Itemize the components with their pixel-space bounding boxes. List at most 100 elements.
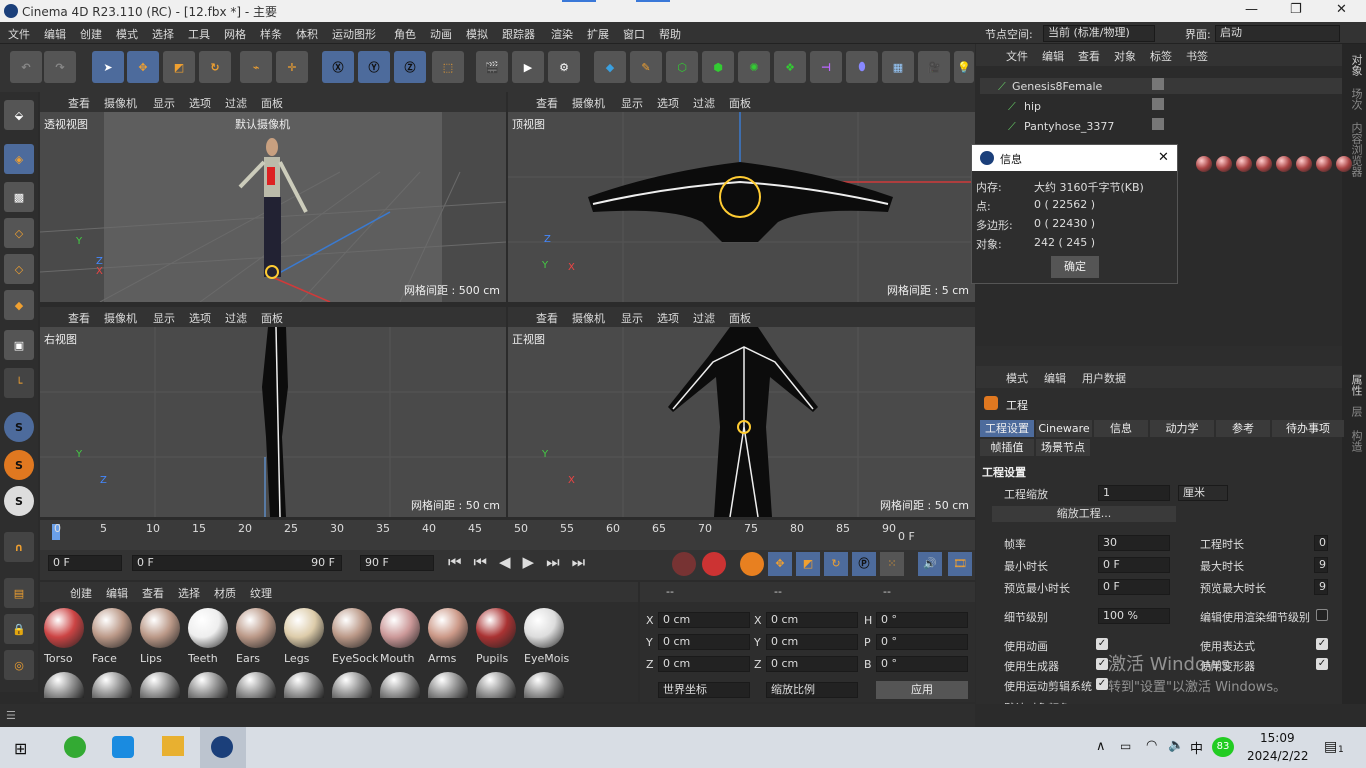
menu-item[interactable]: 帮助	[659, 26, 681, 42]
menu-item[interactable]: 体积	[296, 26, 318, 42]
key-param-icon[interactable]: Ⓟ	[852, 552, 876, 576]
menu-item[interactable]: 渲染	[551, 26, 573, 42]
extrude-icon[interactable]: ⬢	[702, 51, 734, 83]
apply-button[interactable]: 应用	[876, 681, 968, 699]
mograph-icon[interactable]: ❖	[774, 51, 806, 83]
viewport-menu-item[interactable]: 查看	[68, 95, 90, 111]
viewport-menu-item[interactable]: 选项	[189, 95, 211, 111]
menu-item[interactable]: 角色	[394, 26, 416, 42]
viewport-menu-item[interactable]: 查看	[536, 310, 558, 326]
snap-settings-icon[interactable]: S	[4, 450, 34, 480]
key-position-icon[interactable]: ✥	[768, 552, 792, 576]
material-menu-item[interactable]: 创建	[70, 585, 92, 601]
material-ball[interactable]	[284, 672, 324, 698]
edges-mode-icon[interactable]: ◇	[4, 254, 34, 284]
material-ball[interactable]	[524, 672, 564, 698]
viewport-menu-item[interactable]: 摄像机	[572, 95, 605, 111]
side-tab-structure[interactable]: 构造	[1348, 430, 1364, 452]
menu-item[interactable]: 编辑	[44, 26, 66, 42]
battery-icon[interactable]: ▭	[1120, 739, 1131, 753]
material-tag-icon[interactable]	[1316, 156, 1332, 172]
material-ball[interactable]	[524, 608, 564, 648]
viewport-menu-item[interactable]: 选项	[189, 310, 211, 326]
pos-x-field[interactable]: 0 cm	[658, 612, 750, 628]
material-menu-item[interactable]: 选择	[178, 585, 200, 601]
key-rotation-icon[interactable]: ↻	[824, 552, 848, 576]
viewport-perspective[interactable]: 查看 摄像机 显示 选项 过滤 面板 透视视图 默认摄像机 Y Z X 网格间距 : 50…	[40, 92, 506, 302]
side-tab-layers[interactable]: 层	[1348, 406, 1364, 417]
material-ball[interactable]	[44, 672, 84, 698]
material-ball[interactable]	[188, 672, 228, 698]
material-ball[interactable]	[476, 672, 516, 698]
menu-item[interactable]: 模式	[116, 26, 138, 42]
size-mode-select[interactable]: 缩放比例	[766, 682, 858, 698]
snap-icon[interactable]: S	[4, 412, 34, 442]
close-icon[interactable]: ✕	[1336, 2, 1347, 17]
project-tab[interactable]: 待办事项	[1272, 420, 1344, 437]
points-mode-icon[interactable]: ◇	[4, 218, 34, 248]
min-time-field[interactable]: 0 F	[1098, 557, 1170, 573]
rot-p-field[interactable]: 0 °	[876, 634, 968, 650]
menu-item[interactable]: 窗口	[623, 26, 645, 42]
material-ball[interactable]	[428, 672, 468, 698]
viewport-menu-item[interactable]: 查看	[536, 95, 558, 111]
recent-tool-icon[interactable]: ⌁	[240, 51, 272, 83]
menu-icon[interactable]: ☰	[6, 709, 16, 722]
coordinate-system-icon[interactable]: ⬚	[432, 51, 464, 83]
viewport-menu-item[interactable]: 面板	[729, 95, 751, 111]
windows-start-icon[interactable]: ⊞	[14, 739, 27, 758]
project-tab[interactable]: 信息	[1094, 420, 1148, 437]
render-picture-viewer-icon[interactable]: ▶	[512, 51, 544, 83]
object-menu-item[interactable]: 编辑	[1042, 48, 1064, 64]
viewport-menu-item[interactable]: 面板	[261, 310, 283, 326]
material-tag-icon[interactable]	[1216, 156, 1232, 172]
menu-item[interactable]: 扩展	[587, 26, 609, 42]
viewport-menu-item[interactable]: 显示	[153, 95, 175, 111]
size-z-field[interactable]: 0 cm	[766, 656, 858, 672]
object-menu-item[interactable]: 标签	[1150, 48, 1172, 64]
scale-tool-icon[interactable]: ◩	[163, 51, 195, 83]
material-ball[interactable]	[332, 672, 372, 698]
project-tab[interactable]: 动力学	[1150, 420, 1214, 437]
viewport-menu-item[interactable]: 摄像机	[572, 310, 605, 326]
visibility-icon[interactable]	[1152, 118, 1164, 130]
material-ball[interactable]	[236, 608, 276, 648]
menu-item[interactable]: 样条	[260, 26, 282, 42]
use-animation-checkbox[interactable]: ✓	[1096, 638, 1108, 650]
deformer-icon[interactable]: ⊣	[810, 51, 842, 83]
material-tag-icon[interactable]	[1196, 156, 1212, 172]
pos-y-field[interactable]: 0 cm	[658, 634, 750, 650]
menu-item[interactable]: 跟踪器	[502, 26, 535, 42]
material-ball[interactable]	[332, 608, 372, 648]
key-scale-icon[interactable]: ◩	[796, 552, 820, 576]
pos-z-field[interactable]: 0 cm	[658, 656, 750, 672]
texture-mode-icon[interactable]: ▩	[4, 182, 34, 212]
move-axis-icon[interactable]: ✛	[276, 51, 308, 83]
uv-mode-icon[interactable]: ▣	[4, 330, 34, 360]
node-space-select[interactable]: 当前 (标准/物理)	[1043, 25, 1155, 42]
render-view-icon[interactable]: 🎬	[476, 51, 508, 83]
wifi-icon[interactable]: ◠	[1146, 738, 1157, 753]
render-settings-icon[interactable]: ⚙	[548, 51, 580, 83]
floor-icon[interactable]: ▦	[882, 51, 914, 83]
size-x-field[interactable]: 0 cm	[766, 612, 858, 628]
volume-icon[interactable]: 🔈	[1168, 738, 1184, 753]
menu-item[interactable]: 文件	[8, 26, 30, 42]
ime-indicator[interactable]: 中	[1190, 738, 1203, 757]
viewport-menu-item[interactable]: 摄像机	[104, 310, 137, 326]
material-ball[interactable]	[140, 608, 180, 648]
file-explorer-icon[interactable]	[162, 736, 184, 756]
attribute-menu-item[interactable]: 模式	[1006, 370, 1028, 386]
app-icon-green[interactable]	[64, 736, 86, 758]
object-menu-item[interactable]: 文件	[1006, 48, 1028, 64]
frame-range-field[interactable]: 0 F 90 F	[132, 555, 342, 571]
make-editable-icon[interactable]: ⬙	[4, 100, 34, 130]
camera-icon[interactable]: 🎥	[918, 51, 950, 83]
menu-item[interactable]: 创建	[80, 26, 102, 42]
menu-item[interactable]: 模拟	[466, 26, 488, 42]
security-badge[interactable]: 83	[1212, 737, 1234, 757]
record-icon[interactable]	[672, 552, 696, 576]
cube-icon[interactable]: ◆	[594, 51, 626, 83]
lod-render-checkbox[interactable]	[1316, 609, 1328, 621]
attribute-menu-item[interactable]: 编辑	[1044, 370, 1066, 386]
